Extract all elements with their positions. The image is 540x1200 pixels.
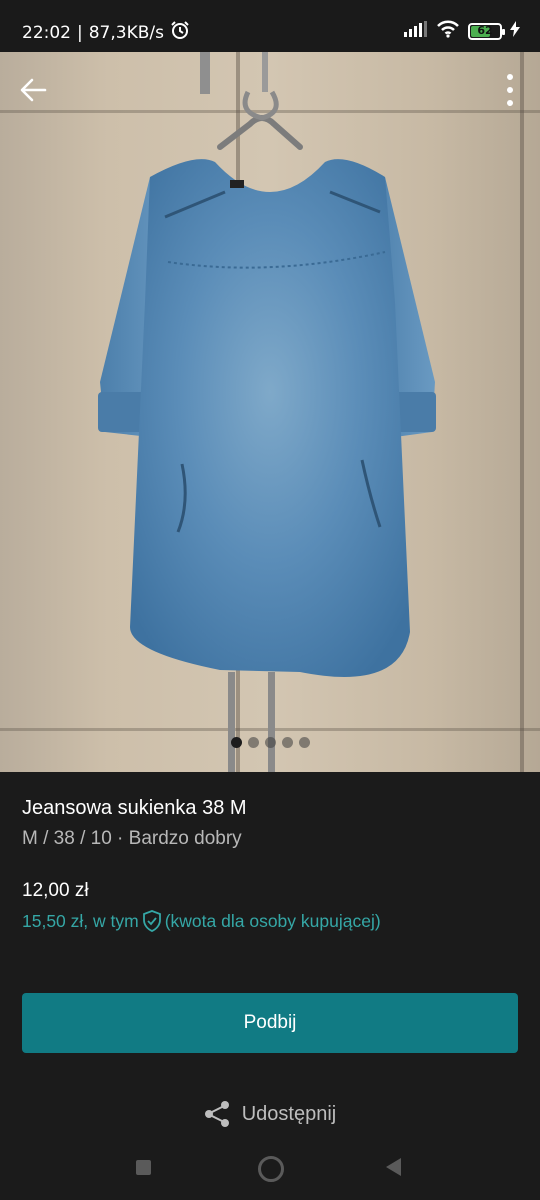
gallery-pagination <box>0 737 540 748</box>
status-bar: 22:02 | 87,3KB/s 62 <box>0 0 540 60</box>
system-back-button[interactable] <box>386 1158 401 1176</box>
item-info-panel: Jeansowa sukienka 38 M M / 38 / 10 · Bar… <box>0 772 540 1200</box>
battery-icon: 62 <box>468 23 505 40</box>
more-vertical-icon <box>507 74 513 106</box>
charging-icon <box>510 21 520 42</box>
item-photo[interactable] <box>0 52 540 772</box>
shield-check-icon <box>142 910 161 932</box>
pagination-dot[interactable] <box>281 737 293 748</box>
alarm-icon <box>170 20 190 45</box>
item-price: 12,00 zł <box>22 880 89 901</box>
denim-dress-image <box>98 52 436 772</box>
recents-button[interactable] <box>136 1160 151 1175</box>
battery-cap <box>502 29 505 35</box>
signal-icon <box>404 21 428 42</box>
home-button[interactable] <box>258 1156 284 1182</box>
wifi-icon <box>436 20 460 43</box>
battery-level: 62 <box>477 24 493 37</box>
more-options-button[interactable] <box>504 72 516 108</box>
share-button[interactable]: Udostępnij <box>0 1100 540 1128</box>
buyer-protection-link[interactable]: 15,50 zł, w tym (kwota dla osoby kupując… <box>22 910 381 932</box>
status-network-speed: 87,3KB/s <box>88 22 164 43</box>
share-icon <box>204 1101 229 1127</box>
arrow-left-icon <box>20 78 47 102</box>
status-right: 62 <box>404 20 520 43</box>
system-nav-bar <box>0 1140 540 1200</box>
buyer-price-prefix: 15,50 zł, w tym <box>22 910 139 931</box>
back-button[interactable] <box>18 75 48 105</box>
status-left: 22:02 | 87,3KB/s <box>22 20 190 45</box>
item-title: Jeansowa sukienka 38 M <box>22 797 247 819</box>
item-details: M / 38 / 10 · Bardzo dobry <box>22 828 242 849</box>
status-time: 22:02 <box>22 22 71 43</box>
buyer-price-suffix: (kwota dla osoby kupującej) <box>164 910 381 931</box>
status-separator: | <box>77 22 83 43</box>
pagination-dot[interactable] <box>230 737 242 748</box>
pagination-dot[interactable] <box>264 737 276 748</box>
pagination-dot[interactable] <box>298 737 310 748</box>
bump-button[interactable]: Podbij <box>22 993 518 1053</box>
share-label: Udostępnij <box>241 1102 337 1125</box>
pagination-dot[interactable] <box>247 737 259 748</box>
